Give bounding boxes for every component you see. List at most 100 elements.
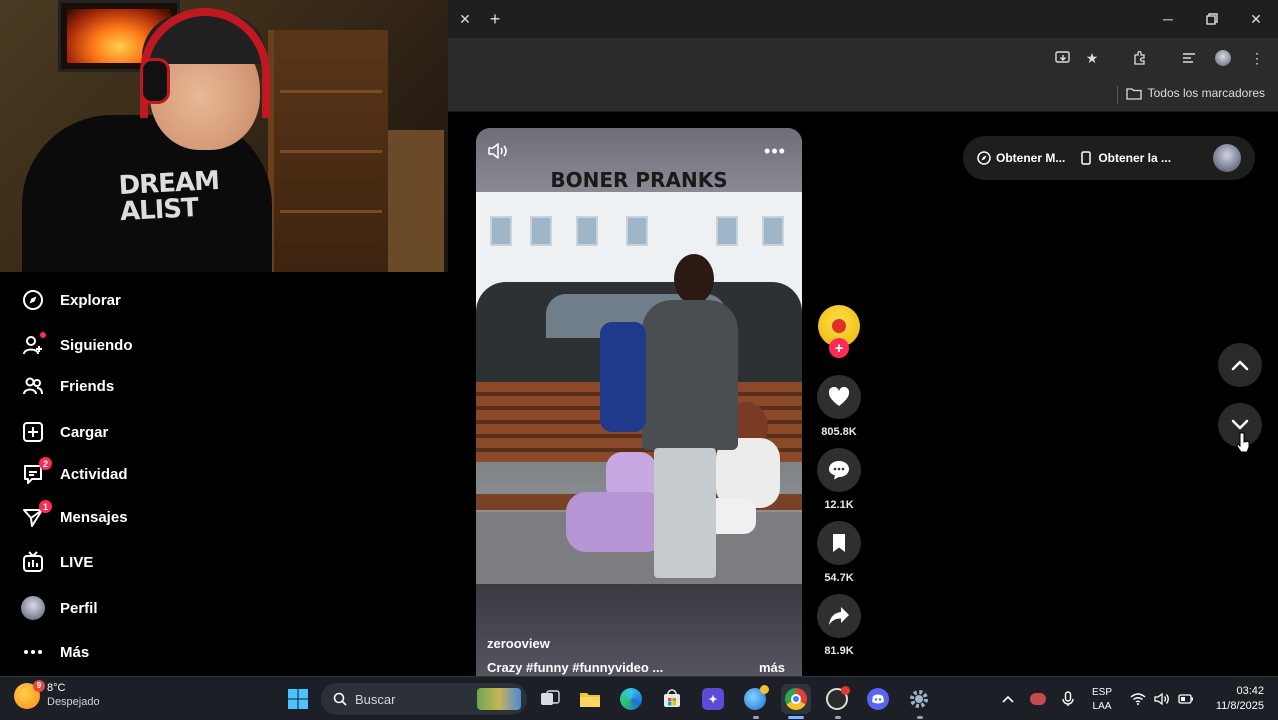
sidebar-item-live[interactable]: LIVE (20, 546, 93, 578)
app-icon-blue[interactable] (740, 684, 770, 714)
comment-count: 12.1K (824, 499, 854, 511)
tray-app-icon[interactable] (1025, 684, 1051, 714)
bookmark-star-icon[interactable]: ★ (1082, 48, 1102, 68)
share-icon (828, 606, 850, 626)
shelf (268, 30, 388, 272)
search-highlight-image (477, 688, 521, 710)
get-app-button[interactable]: Obtener M... (977, 151, 1065, 165)
tray-chevron-up-icon[interactable] (995, 684, 1021, 714)
windows-logo-icon (287, 688, 309, 710)
share-button[interactable] (817, 594, 861, 638)
tiktok-sidebar: Explorar Siguiendo Friends Cargar 2 Acti… (0, 272, 448, 676)
volume-tray-icon[interactable] (1151, 684, 1173, 714)
video-more-options-icon[interactable]: ••• (762, 140, 788, 162)
battery-icon[interactable] (1175, 684, 1197, 714)
weather-temperature: 8°C (47, 682, 66, 694)
sidebar-item-actividad[interactable]: 2 Actividad (20, 457, 128, 490)
menu-kebab-icon[interactable]: ⋮ (1247, 48, 1267, 68)
discord-icon[interactable] (863, 684, 893, 714)
comment-icon (828, 460, 850, 480)
get-mobile-app-label: Obtener la ... (1098, 151, 1172, 165)
get-app-label: Obtener M... (996, 151, 1066, 165)
obs-icon[interactable] (822, 684, 852, 714)
install-app-icon[interactable] (1053, 48, 1073, 68)
save-button[interactable] (817, 521, 861, 565)
sidebar-item-cargar[interactable]: Cargar (20, 416, 108, 448)
clock[interactable]: 03:42 11/8/2025 (1216, 684, 1264, 714)
sidebar-item-mensajes[interactable]: 1 Mensajes (20, 500, 128, 533)
windows-taskbar: 9 8°C Despejado Buscar ✦ ESP LAA 03:42 1… (0, 676, 1278, 720)
running-indicator (753, 716, 759, 719)
close-tab-icon[interactable]: ✕ (454, 8, 476, 30)
extensions-icon[interactable] (1130, 48, 1150, 68)
following-icon (20, 332, 46, 358)
user-avatar[interactable] (1213, 144, 1241, 172)
settings-gear-icon[interactable] (904, 684, 934, 714)
taskbar-search[interactable]: Buscar (321, 683, 527, 715)
store-icon[interactable] (657, 684, 687, 714)
weather-condition: Despejado (47, 695, 100, 708)
share-count: 81.9K (824, 645, 854, 657)
all-bookmarks-label: Todos los marcadores (1147, 86, 1265, 100)
bookmarks-bar: Todos los marcadores (448, 78, 1278, 112)
browser-tabbar: ✕ + ─ ✕ (448, 0, 1278, 38)
upload-icon (20, 419, 46, 445)
running-indicator (835, 716, 841, 719)
minimize-icon[interactable]: ─ (1146, 0, 1190, 38)
sidebar-item-label: Más (60, 643, 90, 661)
get-mobile-app-button[interactable]: Obtener la ... (1079, 151, 1171, 165)
sidebar-item-siguiendo[interactable]: Siguiendo (20, 329, 133, 361)
video-username[interactable]: zerooview (487, 636, 550, 651)
restore-icon[interactable] (1190, 0, 1234, 38)
like-count: 805.8K (821, 426, 857, 438)
search-icon (333, 692, 347, 706)
sidebar-item-friends[interactable]: Friends (20, 370, 114, 402)
like-button[interactable] (817, 375, 861, 419)
mouse-cursor-icon (1236, 432, 1250, 454)
folder-icon (1125, 87, 1142, 100)
profile-icon[interactable] (1213, 48, 1233, 68)
live-icon (20, 549, 46, 575)
task-view-icon[interactable] (535, 684, 565, 714)
new-tab-icon[interactable]: + (484, 8, 506, 30)
shirt-print: DREAM ALIST (117, 165, 220, 228)
friends-icon (20, 373, 46, 399)
edge-browser-icon[interactable] (616, 684, 646, 714)
vs-app-icon[interactable]: ✦ (698, 684, 728, 714)
start-button[interactable] (283, 684, 313, 714)
volume-icon[interactable] (486, 140, 510, 162)
reading-mode-icon[interactable] (1179, 48, 1199, 68)
input-language[interactable]: ESP LAA (1092, 686, 1112, 713)
previous-video-button[interactable] (1218, 343, 1262, 387)
microphone-icon[interactable] (1055, 684, 1081, 714)
clock-date: 11/8/2025 (1215, 699, 1264, 712)
keyboard-layout: LAA (1092, 700, 1112, 712)
caption-more-link[interactable]: más (759, 660, 785, 675)
weather-widget[interactable]: 9 8°C Despejado (14, 679, 100, 710)
close-window-icon[interactable]: ✕ (1234, 0, 1278, 38)
comment-button[interactable] (817, 448, 861, 492)
video-overlay-title: BONER PRANKS (550, 168, 728, 192)
file-explorer-icon[interactable] (575, 684, 605, 714)
sidebar-item-mas[interactable]: Más (20, 636, 89, 668)
all-bookmarks-button[interactable]: Todos los marcadores (1125, 86, 1265, 100)
messages-icon: 1 (20, 500, 52, 530)
sidebar-item-label: Perfil (60, 599, 98, 617)
language-code: ESP (1092, 687, 1113, 698)
sidebar-item-explorar[interactable]: Explorar (20, 284, 121, 316)
standing-man (634, 248, 744, 578)
wifi-icon[interactable] (1127, 684, 1149, 714)
chrome-icon[interactable] (781, 684, 811, 714)
browser-toolbar: ★ ⋮ (448, 38, 1278, 78)
sidebar-item-label: Siguiendo (60, 336, 133, 354)
get-app-bar: Obtener M... Obtener la ... (963, 136, 1255, 180)
screen: DREAM ALIST Explorar Siguiendo Friends C… (0, 0, 1278, 720)
sidebar-item-label: Mensajes (60, 508, 128, 526)
sidebar-item-perfil[interactable]: Perfil (20, 592, 98, 624)
backpack (600, 322, 646, 432)
video-player[interactable]: BONER PRANKS ••• zerooview Crazy #funny … (476, 128, 802, 676)
follow-plus-icon[interactable]: + (829, 338, 849, 358)
activity-badge: 2 (39, 457, 52, 470)
activity-icon: 2 (20, 457, 52, 487)
heart-icon (828, 387, 850, 407)
